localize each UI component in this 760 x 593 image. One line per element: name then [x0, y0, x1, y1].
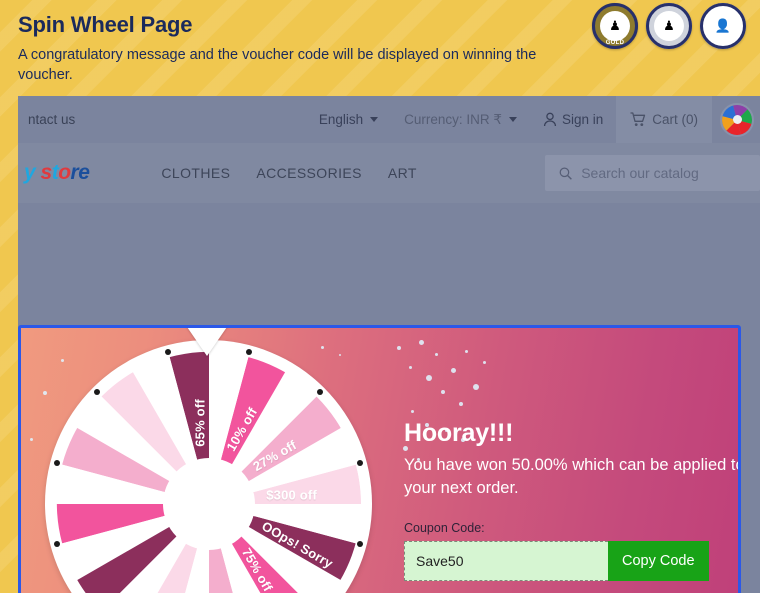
wheel-rim-dot — [164, 348, 171, 355]
nav-item-clothes[interactable]: CLOTHES — [161, 165, 230, 181]
coupon-code-input[interactable] — [404, 541, 608, 582]
search-box[interactable] — [545, 155, 760, 191]
language-label: English — [318, 112, 364, 127]
cart-label: Cart (0) — [652, 112, 698, 127]
logo-part-4: o — [58, 161, 71, 184]
store-logo[interactable]: y store — [24, 161, 90, 185]
wheel-rim-dot — [53, 541, 60, 548]
spin-wheel-panel: 50% off35% off$200 off3% off20% off32% o… — [18, 325, 741, 593]
wheel-rim-dot — [246, 348, 253, 355]
copy-code-button[interactable]: Copy Code — [608, 541, 709, 582]
win-message: Hooray!!! You have won 50.00% which can … — [404, 419, 741, 582]
spin-wheel[interactable]: 50% off35% off$200 off3% off20% off32% o… — [39, 328, 372, 593]
wheel-rim: 50% off35% off$200 off3% off20% off32% o… — [45, 340, 372, 593]
contact-us-link[interactable]: ntact us — [28, 112, 75, 127]
cart-button[interactable]: Cart (0) — [616, 96, 712, 143]
wheel-rim-dot — [357, 459, 364, 466]
nav-item-accessories[interactable]: ACCESSORIES — [256, 165, 362, 181]
search-icon — [559, 167, 572, 180]
badge-gold-label: GOLD — [605, 40, 625, 46]
user-icon — [543, 112, 557, 127]
logo-part-1: y — [24, 161, 36, 184]
doc-header: Spin Wheel Page A congratulatory message… — [0, 0, 760, 96]
wheel-rim-dot — [53, 459, 60, 466]
chevron-down-icon — [508, 117, 517, 122]
wheel-pointer-icon — [185, 328, 229, 356]
sign-in-label: Sign in — [561, 112, 604, 127]
primary-nav: CLOTHES ACCESSORIES ART — [161, 165, 416, 181]
spin-wheel-icon[interactable] — [720, 102, 754, 137]
hooray-heading: Hooray!!! — [404, 419, 514, 447]
storefront-preview: ntact us English Currency: INR ₹ Sign in — [18, 96, 760, 593]
sign-in-button[interactable]: Sign in — [530, 96, 616, 143]
prestashop-developer-badge: 👤 — [700, 3, 746, 49]
nav-item-art[interactable]: ART — [388, 165, 417, 181]
currency-selector[interactable]: Currency: INR ₹ — [391, 96, 530, 143]
search-input[interactable] — [581, 165, 746, 181]
partner-badges: ♟ GOLD ♟ 👤 — [592, 3, 746, 49]
prestashop-silver-partner-badge: ♟ — [646, 3, 692, 49]
prestashop-gold-partner-badge: ♟ GOLD — [592, 3, 638, 49]
win-description: You have won 50.00% which can be applied… — [404, 455, 741, 497]
logo-part-2: s — [35, 161, 53, 184]
currency-label: Currency: INR ₹ — [404, 111, 502, 127]
chevron-down-icon — [370, 117, 379, 122]
page-subtitle: A congratulatory message and the voucher… — [18, 47, 537, 83]
cart-icon — [630, 112, 646, 126]
coupon-code-label: Coupon Code: — [404, 521, 485, 536]
storefront-navbar: y store CLOTHES ACCESSORIES ART — [18, 143, 760, 203]
language-selector[interactable]: English — [306, 96, 391, 143]
logo-part-5: re — [70, 161, 90, 184]
coupon-code-row: Copy Code — [404, 541, 709, 582]
wheel-hub — [162, 457, 255, 550]
wheel-rim-dot — [357, 541, 364, 548]
storefront-body: 50% off35% off$200 off3% off20% off32% o… — [18, 203, 760, 593]
storefront-topbar: ntact us English Currency: INR ₹ Sign in — [18, 96, 760, 143]
